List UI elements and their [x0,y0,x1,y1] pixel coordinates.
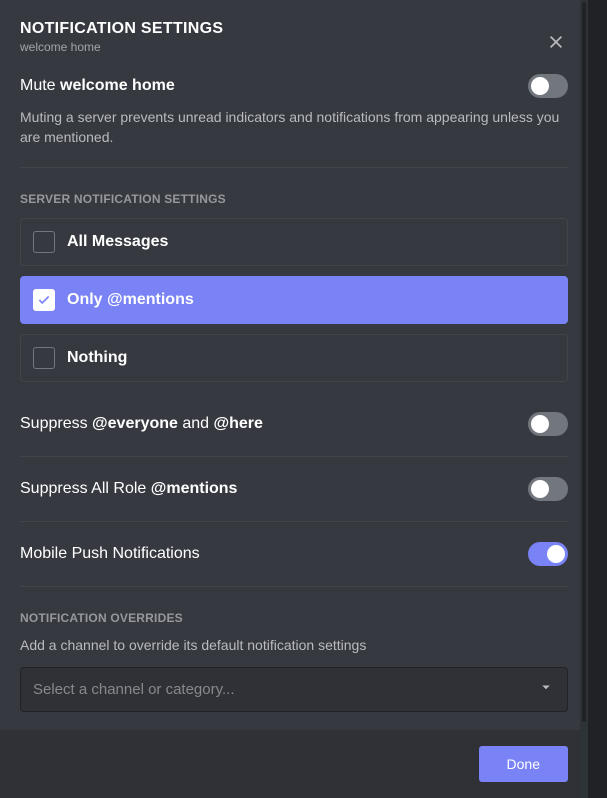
option-label: All Messages [67,233,168,251]
mute-server-toggle[interactable] [528,74,568,98]
checkbox-icon [33,347,55,369]
modal-subtitle: welcome home [20,40,568,54]
mute-server-row: Mute welcome home [20,74,568,102]
divider [20,586,568,587]
overrides-heading: NOTIFICATION OVERRIDES [20,611,568,625]
overrides-description: Add a channel to override its default no… [20,637,568,653]
suppress-roles-label: Suppress All Role @mentions [20,480,237,498]
chevron-down-icon [537,678,555,701]
modal-content: NOTIFICATION SETTINGS welcome home Mute … [0,0,588,730]
scrollbar-track[interactable] [580,0,588,798]
mobile-push-toggle[interactable] [528,542,568,566]
divider [20,167,568,168]
mobile-push-label: Mobile Push Notifications [20,545,200,563]
toggle-knob [531,77,549,95]
toggle-knob [547,545,565,563]
mobile-push-row: Mobile Push Notifications [20,522,568,586]
option-label: Only @mentions [67,291,194,309]
option-nothing[interactable]: Nothing [20,334,568,382]
option-only-mentions[interactable]: Only @mentions [20,276,568,324]
close-icon [547,33,565,51]
server-notification-heading: SERVER NOTIFICATION SETTINGS [20,192,568,206]
option-all-messages[interactable]: All Messages [20,218,568,266]
suppress-everyone-row: Suppress @everyone and @here [20,392,568,456]
modal-footer: Done [0,730,588,798]
modal-title: NOTIFICATION SETTINGS [20,20,568,38]
channel-select[interactable]: Select a channel or category... [20,667,568,712]
option-label: Nothing [67,349,127,367]
suppress-everyone-label: Suppress @everyone and @here [20,415,263,433]
close-button[interactable] [544,30,568,54]
done-button[interactable]: Done [479,746,568,782]
notification-settings-modal: NOTIFICATION SETTINGS welcome home Mute … [0,0,588,798]
suppress-roles-toggle[interactable] [528,477,568,501]
scrollbar-thumb[interactable] [582,2,586,722]
select-placeholder: Select a channel or category... [33,681,235,698]
modal-header: NOTIFICATION SETTINGS welcome home [20,20,568,54]
toggle-knob [531,480,549,498]
checkbox-icon [33,289,55,311]
mute-helper-text: Muting a server prevents unread indicato… [20,108,568,147]
suppress-everyone-toggle[interactable] [528,412,568,436]
checkbox-icon [33,231,55,253]
toggle-knob [531,415,549,433]
suppress-roles-row: Suppress All Role @mentions [20,457,568,521]
mute-server-label: Mute welcome home [20,77,175,95]
